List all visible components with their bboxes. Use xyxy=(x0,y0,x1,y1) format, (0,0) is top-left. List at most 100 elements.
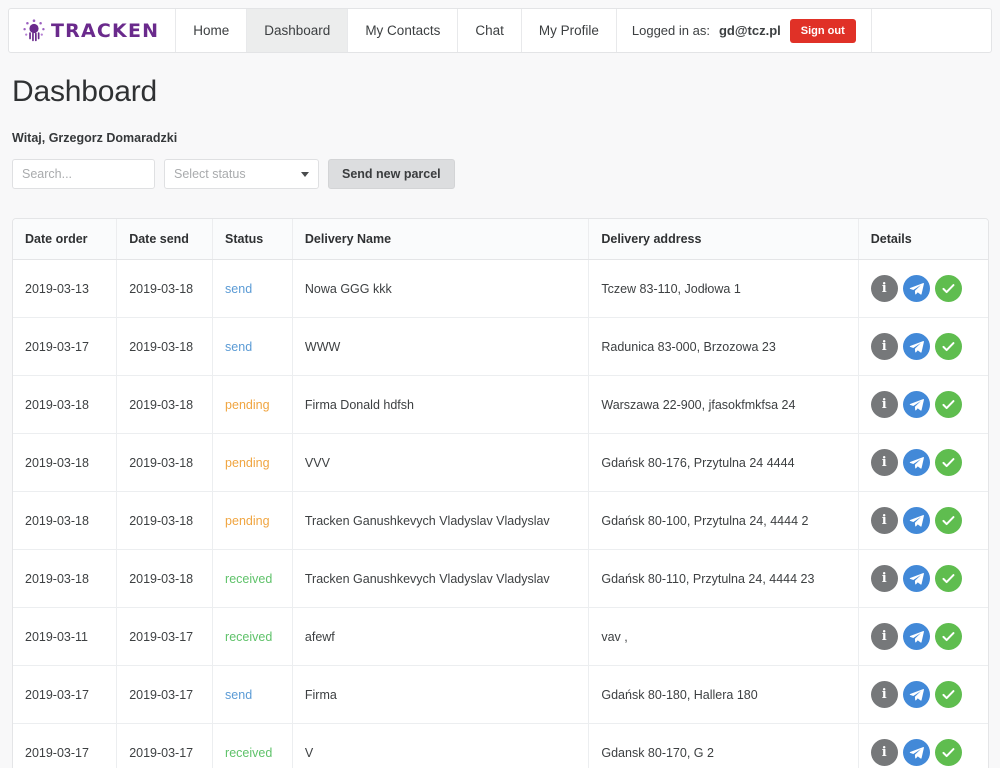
info-icon-button[interactable]: i xyxy=(870,333,898,360)
table-body: 2019-03-13 2019-03-18 send Nowa GGG kkk Tcze… xyxy=(13,259,988,768)
check-icon xyxy=(942,632,955,642)
cell-delivery-name: Firma xyxy=(292,665,590,724)
cell-date-order: 2019-03-18 xyxy=(13,433,118,492)
nav-item-my-profile[interactable]: My Profile xyxy=(522,9,617,52)
paper-plane-icon xyxy=(909,747,924,759)
table-row: 2019-03-18 2019-03-18 pending Tracken Ganus… xyxy=(13,491,988,550)
table-row: 2019-03-13 2019-03-18 send Nowa GGG kkk Tcze… xyxy=(13,259,988,318)
cell-delivery-address: Gdansk 80-170, G 2 xyxy=(588,723,859,768)
send-icon-button[interactable] xyxy=(902,681,930,708)
cell-status: received xyxy=(212,723,293,768)
cell-status: pending xyxy=(212,375,293,434)
cell-date-order: 2019-03-11 xyxy=(13,607,118,666)
check-icon-button[interactable] xyxy=(934,449,962,476)
cell-status: pending xyxy=(212,491,293,550)
table-row: 2019-03-18 2019-03-18 pending Firma Donald … xyxy=(13,375,988,434)
table-header-row: Date order Date send Status Delivery Nam… xyxy=(13,219,988,260)
cell-date-order: 2019-03-13 xyxy=(13,259,118,318)
brand-logo[interactable]: TRACKEN xyxy=(9,9,177,52)
check-icon-button[interactable] xyxy=(934,681,962,708)
table-row: 2019-03-18 2019-03-18 received Tracken Ganu… xyxy=(13,549,988,608)
send-icon-button[interactable] xyxy=(902,391,930,418)
send-icon-button[interactable] xyxy=(902,623,930,650)
row-actions: i xyxy=(870,739,976,766)
send-icon-button[interactable] xyxy=(902,333,930,360)
cell-details: i xyxy=(858,491,988,550)
cell-status: send xyxy=(212,259,293,318)
cell-details: i xyxy=(858,549,988,608)
brand-name: TRACKEN xyxy=(51,19,160,42)
send-icon-button[interactable] xyxy=(902,739,930,766)
info-icon-button[interactable]: i xyxy=(870,739,898,766)
cell-status: received xyxy=(212,549,293,608)
nav-item-my-contacts[interactable]: My Contacts xyxy=(348,9,459,52)
cell-delivery-address: vav , xyxy=(588,607,859,666)
info-icon-button[interactable]: i xyxy=(870,623,898,650)
page-title: Dashboard xyxy=(12,75,157,108)
paper-plane-icon xyxy=(909,457,924,469)
cell-details: i xyxy=(858,433,988,492)
check-icon xyxy=(942,748,955,758)
status-badge: send xyxy=(225,339,253,354)
nav-item-dashboard[interactable]: Dashboard xyxy=(247,9,349,52)
status-badge: received xyxy=(225,745,273,760)
search-input[interactable] xyxy=(12,159,155,189)
cell-delivery-name: Tracken Ganushkevych Vladyslav Vladyslav xyxy=(292,549,590,608)
check-icon-button[interactable] xyxy=(934,739,962,766)
status-badge: send xyxy=(225,687,253,702)
check-icon xyxy=(942,284,955,294)
send-new-parcel-button[interactable]: Send new parcel xyxy=(328,159,455,189)
paper-plane-icon xyxy=(909,515,924,527)
check-icon-button[interactable] xyxy=(934,333,962,360)
paper-plane-icon xyxy=(909,689,924,701)
cell-date-send: 2019-03-18 xyxy=(116,375,214,434)
check-icon-button[interactable] xyxy=(934,275,962,302)
info-icon-button[interactable]: i xyxy=(870,275,898,302)
status-select-label: Select status xyxy=(174,167,246,181)
cell-details: i xyxy=(858,723,988,768)
cell-date-send: 2019-03-18 xyxy=(116,433,214,492)
send-icon-button[interactable] xyxy=(902,507,930,534)
check-icon-button[interactable] xyxy=(934,507,962,534)
check-icon xyxy=(942,400,955,410)
info-icon-button[interactable]: i xyxy=(870,507,898,534)
check-icon xyxy=(942,458,955,468)
column-header-delivery-name: Delivery Name xyxy=(292,219,590,260)
info-icon-button[interactable]: i xyxy=(870,565,898,592)
info-icon-button[interactable]: i xyxy=(870,449,898,476)
cell-delivery-address: Radunica 83-000, Brzozowa 23 xyxy=(588,317,859,376)
check-icon-button[interactable] xyxy=(934,565,962,592)
info-icon-button[interactable]: i xyxy=(870,681,898,708)
cell-delivery-name: WWW xyxy=(292,317,590,376)
nav-item-home-label: Home xyxy=(193,23,230,38)
column-header-details: Details xyxy=(858,219,988,260)
paper-plane-icon xyxy=(909,399,924,411)
cell-date-send: 2019-03-18 xyxy=(116,549,214,608)
cell-delivery-name: Firma Donald hdfsh xyxy=(292,375,590,434)
nav-item-my-contacts-label: My Contacts xyxy=(365,23,441,38)
info-icon-button[interactable]: i xyxy=(870,391,898,418)
nav-item-chat[interactable]: Chat xyxy=(458,9,522,52)
info-icon: i xyxy=(881,397,887,412)
status-select[interactable]: Select status xyxy=(164,159,319,189)
check-icon-button[interactable] xyxy=(934,623,962,650)
table-row: 2019-03-17 2019-03-17 send Firma Gdańsk 80-1… xyxy=(13,665,988,724)
info-icon: i xyxy=(881,687,887,702)
status-badge: pending xyxy=(225,455,270,470)
info-icon: i xyxy=(881,281,887,296)
sign-out-button[interactable]: Sign out xyxy=(789,18,856,43)
row-actions: i xyxy=(870,449,976,476)
row-actions: i xyxy=(870,275,976,302)
nav-item-home[interactable]: Home xyxy=(176,9,248,52)
paper-plane-icon xyxy=(909,631,924,643)
row-actions: i xyxy=(870,333,976,360)
nav-item-my-profile-label: My Profile xyxy=(538,23,599,38)
send-icon-button[interactable] xyxy=(902,275,930,302)
column-header-delivery-address: Delivery address xyxy=(588,219,859,260)
check-icon-button[interactable] xyxy=(934,391,962,418)
status-badge: pending xyxy=(225,513,270,528)
cell-delivery-name: Nowa GGG kkk xyxy=(292,259,590,318)
cell-date-order: 2019-03-17 xyxy=(13,723,118,768)
send-icon-button[interactable] xyxy=(902,449,930,476)
send-icon-button[interactable] xyxy=(902,565,930,592)
